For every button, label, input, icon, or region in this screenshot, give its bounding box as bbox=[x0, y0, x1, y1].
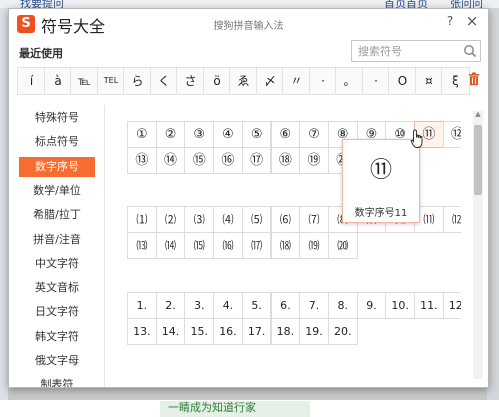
recent-symbol[interactable]: ら bbox=[123, 67, 152, 95]
category-item[interactable]: 标点符号 bbox=[19, 132, 95, 152]
symbol-cell[interactable]: ⑷ bbox=[213, 206, 243, 233]
search-icon[interactable] bbox=[463, 44, 477, 58]
recent-symbol[interactable]: à bbox=[43, 67, 73, 95]
title-bar[interactable]: S 符号大全 搜狗拼音输入法 ? × bbox=[9, 9, 488, 39]
scrollbar-thumb[interactable] bbox=[474, 125, 482, 195]
symbol-cell[interactable]: ⒃ bbox=[213, 232, 243, 259]
symbol-cell[interactable]: ① bbox=[127, 121, 157, 148]
scroll-up-icon[interactable]: ▲ bbox=[473, 109, 483, 119]
recent-symbol[interactable]: ξ bbox=[441, 67, 470, 95]
symbol-cell[interactable]: 16. bbox=[213, 318, 243, 345]
recent-symbol[interactable]: ¤ bbox=[414, 67, 444, 95]
background-banner-text: 一睛成为知道行家 bbox=[168, 401, 256, 414]
symbol-cell[interactable]: ⑸ bbox=[241, 206, 272, 233]
recent-symbol[interactable]: · bbox=[308, 67, 338, 95]
symbol-cell[interactable]: 11. bbox=[414, 292, 444, 319]
symbol-cell[interactable]: ⒆ bbox=[299, 232, 329, 259]
symbol-cell[interactable]: ⑴ bbox=[127, 206, 157, 233]
recent-symbol[interactable]: · bbox=[361, 67, 391, 95]
search-box[interactable] bbox=[351, 40, 481, 62]
help-button[interactable]: ? bbox=[443, 14, 457, 32]
recent-symbol[interactable]: ゑ bbox=[229, 67, 258, 95]
symbol-cell[interactable]: ⑮ bbox=[184, 147, 215, 174]
recent-symbol[interactable]: く bbox=[149, 67, 179, 95]
recent-symbol[interactable]: O bbox=[388, 67, 417, 95]
symbol-cell[interactable]: ③ bbox=[184, 121, 215, 148]
symbol-cell[interactable]: ⑬ bbox=[127, 147, 157, 174]
category-item[interactable]: 数字序号 bbox=[19, 156, 95, 177]
symbol-cell[interactable]: 8. bbox=[327, 292, 358, 319]
recent-symbol[interactable]: TEL bbox=[96, 67, 126, 95]
symbol-cell[interactable]: ⑤ bbox=[241, 121, 272, 148]
symbol-cell[interactable]: ⑺ bbox=[299, 206, 329, 233]
symbol-cell[interactable]: ⑲ bbox=[299, 147, 329, 174]
symbol-cell[interactable]: ⑦ bbox=[299, 121, 329, 148]
symbol-cell[interactable]: ⑿ bbox=[442, 206, 461, 233]
recent-symbol[interactable]: ö bbox=[202, 67, 232, 95]
category-item[interactable]: 特殊符号 bbox=[19, 108, 95, 128]
category-item[interactable]: 中文字符 bbox=[19, 254, 95, 274]
symbol-cell[interactable]: 14. bbox=[155, 318, 186, 345]
category-item[interactable]: 拼音/注音 bbox=[19, 230, 95, 250]
symbol-cell[interactable]: 2. bbox=[155, 292, 186, 319]
symbol-cell[interactable]: 12. bbox=[442, 292, 461, 319]
recent-symbol[interactable]: í bbox=[17, 67, 46, 95]
symbol-cell[interactable]: ⑱ bbox=[270, 147, 301, 174]
symbol-cell[interactable]: ② bbox=[155, 121, 186, 148]
preview-symbol: ⑪ bbox=[369, 158, 392, 183]
background-page-top: 找要提问 首页首页 张问问 bbox=[0, 0, 499, 10]
category-item[interactable]: 制表符 bbox=[19, 375, 95, 387]
symbol-cell[interactable]: 7. bbox=[299, 292, 329, 319]
symbol-cell[interactable]: 19. bbox=[299, 318, 329, 345]
symbol-cell[interactable]: 15. bbox=[184, 318, 215, 345]
symbol-preview: ⑪ 数字序号11 bbox=[342, 139, 420, 223]
symbol-cell[interactable]: ⒅ bbox=[270, 232, 301, 259]
category-item[interactable]: 数学/单位 bbox=[19, 181, 95, 201]
symbol-cell[interactable]: 9. bbox=[356, 292, 387, 319]
symbol-cell[interactable]: 1. bbox=[127, 292, 157, 319]
symbol-cell[interactable]: ⑯ bbox=[213, 147, 243, 174]
symbol-cell[interactable]: ⑭ bbox=[155, 147, 186, 174]
symbol-cell[interactable]: ⒂ bbox=[184, 232, 215, 259]
preview-caption: 数字序号11 bbox=[354, 208, 408, 219]
search-input[interactable] bbox=[352, 41, 464, 61]
symbol-cell[interactable]: 6. bbox=[270, 292, 301, 319]
symbol-cell[interactable]: ⑥ bbox=[270, 121, 301, 148]
category-item[interactable]: 希腊/拉丁 bbox=[19, 205, 95, 225]
recent-symbol[interactable]: 〃 bbox=[282, 67, 311, 95]
symbol-cell[interactable]: 13. bbox=[127, 318, 157, 345]
symbol-cell[interactable]: 10. bbox=[385, 292, 415, 319]
close-button[interactable]: × bbox=[464, 12, 480, 32]
symbol-cell[interactable]: ⑰ bbox=[241, 147, 272, 174]
category-item[interactable]: 英文音标 bbox=[19, 278, 95, 298]
hand-cursor-icon bbox=[410, 129, 423, 148]
symbol-cell[interactable]: ⒀ bbox=[127, 232, 157, 259]
symbol-cell[interactable]: 17. bbox=[241, 318, 272, 345]
recent-symbol[interactable]: 。 bbox=[335, 67, 364, 95]
background-page-left bbox=[0, 8, 8, 400]
category-item[interactable]: 韩文字符 bbox=[19, 327, 95, 347]
window-title: 搜狗拼音输入法 bbox=[213, 21, 284, 32]
symbol-cell[interactable]: ⑶ bbox=[184, 206, 215, 233]
symbol-cell[interactable]: 3. bbox=[184, 292, 215, 319]
recent-symbol[interactable]: 〆 bbox=[255, 67, 285, 95]
symbol-cell[interactable]: ⑹ bbox=[270, 206, 301, 233]
symbol-cell[interactable]: 4. bbox=[213, 292, 243, 319]
symbol-cell[interactable]: ⒄ bbox=[241, 232, 272, 259]
symbol-cell[interactable]: 5. bbox=[241, 292, 272, 319]
symbol-cell[interactable]: ⑫ bbox=[442, 121, 461, 148]
recent-label: 最近使用 bbox=[19, 47, 63, 60]
recent-symbol[interactable]: さ bbox=[176, 67, 205, 95]
category-item[interactable]: 俄文字母 bbox=[19, 351, 95, 371]
recent-symbol[interactable]: ℡ bbox=[70, 67, 99, 95]
symbol-cell[interactable]: ⒇ bbox=[327, 232, 358, 259]
category-item[interactable]: 日文字符 bbox=[19, 302, 95, 322]
symbol-cell[interactable]: ④ bbox=[213, 121, 243, 148]
symbol-cell[interactable]: 20. bbox=[327, 318, 358, 345]
symbol-cell[interactable]: ⒁ bbox=[155, 232, 186, 259]
symbol-cell[interactable]: 18. bbox=[270, 318, 301, 345]
symbol-cell[interactable]: ⑵ bbox=[155, 206, 186, 233]
trash-icon[interactable] bbox=[468, 72, 480, 86]
